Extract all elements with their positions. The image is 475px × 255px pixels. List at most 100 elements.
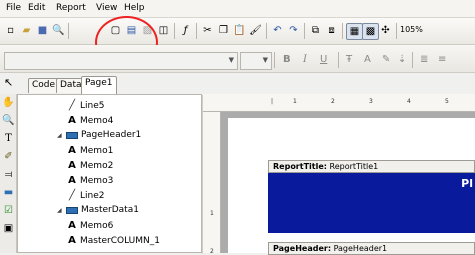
band-type-label: ReportTitle: <box>273 162 327 171</box>
tree-node-line5[interactable]: ╱ Line5 <box>67 100 105 111</box>
italic-button[interactable]: I <box>303 54 307 65</box>
tree-node-label: Memo4 <box>80 115 114 126</box>
chevron-down-icon: ▼ <box>228 56 234 64</box>
band-header-pageheader[interactable]: PageHeader: PageHeader1 <box>268 242 475 255</box>
band-icon <box>66 131 78 139</box>
open-icon[interactable]: ▰ <box>19 23 34 38</box>
chevron-down-icon: ▼ <box>262 56 268 64</box>
ruler-tick: | <box>271 98 274 105</box>
text-tool-icon[interactable]: T <box>2 132 15 146</box>
menu-view[interactable]: View <box>96 3 117 13</box>
band-type-label: PageHeader: <box>273 244 332 253</box>
report-tree: ╱ Line5 A Memo4 ◢ PageHeader1 A Memo1 A … <box>17 94 212 254</box>
memo-icon: A <box>68 115 76 126</box>
memo-icon: A <box>68 220 76 231</box>
vertical-ruler: 1 2 <box>203 112 221 255</box>
menu-report[interactable]: Report <box>56 3 86 13</box>
tab-code[interactable]: Code <box>28 78 60 93</box>
report-page[interactable]: ReportTitle: ReportTitle1 Pl PageHeader:… <box>228 118 475 255</box>
menu-bar: File Edit Report View Help <box>0 0 475 18</box>
tree-node-memo4[interactable]: A Memo4 <box>67 115 113 126</box>
redo-icon[interactable]: ↷ <box>286 23 301 38</box>
tree-node-memo1[interactable]: A Memo1 <box>67 145 113 156</box>
ruler-tick: 2 <box>331 98 335 105</box>
save-icon[interactable]: ■ <box>35 23 50 38</box>
undo-icon[interactable]: ↶ <box>270 23 285 38</box>
font-color-icon[interactable]: A <box>364 54 371 65</box>
band-header-reporttitle[interactable]: ReportTitle: ReportTitle1 <box>268 160 475 173</box>
checkbox-tool-icon[interactable]: ☑ <box>2 204 15 218</box>
separator <box>266 23 267 39</box>
tree-node-pageheader1[interactable]: ◢ PageHeader1 <box>57 130 141 140</box>
tab-strip: ↖ Code Data Page1 <box>0 73 475 95</box>
group-icon[interactable]: ⧉ <box>308 23 323 38</box>
text-rotation-icon[interactable]: Ŧ <box>346 54 352 65</box>
menu-file[interactable]: File <box>6 3 21 13</box>
tree-node-label: Memo2 <box>80 160 114 171</box>
line-icon: ╱ <box>68 190 76 201</box>
text-direction-icon[interactable]: ⇣ <box>398 54 406 65</box>
align-center-icon[interactable]: ≡ <box>438 54 446 65</box>
tab-page1[interactable]: Page1 <box>81 76 117 95</box>
separator <box>304 23 305 39</box>
tree-node-label: PageHeader1 <box>81 130 142 140</box>
ruler-tick: 2 <box>210 248 214 255</box>
separator <box>274 52 275 68</box>
line-icon: ╱ <box>68 100 76 111</box>
menu-edit[interactable]: Edit <box>28 3 45 13</box>
tree-node-memo3[interactable]: A Memo3 <box>67 175 113 186</box>
copy-icon[interactable]: ❐ <box>216 23 231 38</box>
highlight-color-icon[interactable]: ✎ <box>382 54 390 65</box>
tree-node-masterdata1[interactable]: ◢ MasterData1 <box>57 205 139 215</box>
new-icon[interactable]: ▫ <box>3 23 18 38</box>
ruler-tick: 3 <box>369 98 373 105</box>
show-grid-icon[interactable]: ▦ <box>346 23 363 40</box>
tree-node-label: Memo3 <box>80 175 114 186</box>
zoom-tool-icon[interactable]: 🔍 <box>2 114 15 128</box>
insert-band-icon[interactable]: ▬ <box>2 186 15 200</box>
collapse-icon[interactable]: ◢ <box>57 132 63 139</box>
band-tool-icon[interactable]: ⫤ <box>2 168 15 182</box>
format-painter-icon[interactable]: 🖌 <box>248 23 263 38</box>
tree-node-line2[interactable]: ╱ Line2 <box>67 190 105 201</box>
separator <box>342 23 343 39</box>
tree-node-label: Memo1 <box>80 145 114 156</box>
style-combo[interactable]: ▼ <box>4 52 238 70</box>
ruler-tick: 4 <box>407 98 411 105</box>
preview-icon[interactable]: 🔍 <box>51 23 66 38</box>
fit-grid-icon[interactable]: ✣ <box>378 23 393 38</box>
separator <box>412 52 413 68</box>
collapse-icon[interactable]: ◢ <box>57 207 63 214</box>
horizontal-ruler: | 1 2 3 4 5 <box>203 94 475 112</box>
title-memo-text[interactable]: Pl <box>461 177 473 190</box>
paste-icon[interactable]: 📋 <box>232 23 247 38</box>
separator <box>196 23 197 39</box>
ruler-tick: 1 <box>293 98 297 105</box>
object-tool-icon[interactable]: ▣ <box>2 222 15 236</box>
ruler-tick: 5 <box>445 98 449 105</box>
band-reporttitle[interactable]: Pl <box>268 173 475 233</box>
cut-icon[interactable]: ✂ <box>200 23 215 38</box>
menu-help[interactable]: Help <box>124 3 145 13</box>
tree-node-label: Memo6 <box>80 220 114 231</box>
format-copy-icon[interactable]: ✐ <box>2 150 15 164</box>
band-name-label: PageHeader1 <box>333 244 388 253</box>
bold-button[interactable]: B <box>283 54 291 65</box>
align-grid-icon[interactable]: ▩ <box>362 23 379 40</box>
font-combo[interactable]: ▼ <box>240 52 272 70</box>
tree-node-memo2[interactable]: A Memo2 <box>67 160 113 171</box>
tree-node-label: Line5 <box>80 100 105 111</box>
underline-button[interactable]: U <box>320 54 327 65</box>
ungroup-icon[interactable]: ⧈ <box>324 23 339 38</box>
zoom-combo[interactable]: 105% <box>400 25 423 34</box>
hand-tool-icon[interactable]: ✋ <box>2 96 15 110</box>
page-settings-icon[interactable]: ◫ <box>156 23 171 38</box>
ruler-tick: 1 <box>210 210 214 217</box>
function-icon[interactable]: ƒ <box>178 23 193 38</box>
tree-node-memo6[interactable]: A Memo6 <box>67 220 113 231</box>
align-left-icon[interactable]: ≣ <box>420 54 428 65</box>
band-icon <box>66 206 78 214</box>
cursor-icon[interactable]: ↖ <box>4 76 13 89</box>
tree-node-mastercolumn1[interactable]: A MasterCOLUMN_1 <box>67 235 160 246</box>
separator <box>68 23 69 39</box>
